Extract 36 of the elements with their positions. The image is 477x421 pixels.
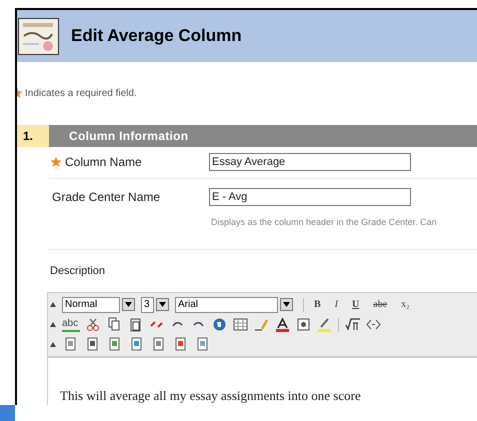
step-number: 1. — [17, 125, 49, 147]
spellcheck-button[interactable]: abc — [62, 317, 80, 332]
highlighter-icon[interactable] — [317, 317, 332, 332]
math-icon[interactable] — [345, 317, 360, 332]
pencil-icon[interactable] — [254, 317, 270, 332]
format-button[interactable]: I — [330, 297, 342, 312]
field-hint: Displays as the column header in the Grade Center. Can — [211, 217, 437, 227]
paste-icon[interactable] — [128, 317, 144, 332]
format-dropdown[interactable]: Normal — [62, 296, 120, 312]
font-color-icon[interactable] — [275, 317, 290, 332]
text-field[interactable]: Essay Average — [209, 153, 411, 171]
required-note: Indicates a required field. — [25, 86, 137, 100]
code-icon[interactable] — [366, 317, 382, 332]
format-button[interactable]: U — [348, 297, 364, 312]
collapse-arrow-icon[interactable] — [50, 322, 56, 327]
field-label: Column Name — [65, 154, 142, 171]
font-dropdown[interactable]: Arial — [175, 296, 278, 312]
format-button[interactable]: B — [310, 297, 325, 312]
size-dropdown[interactable]: 3 — [141, 296, 154, 312]
table-icon[interactable] — [233, 317, 248, 332]
field-label: Description — [49, 265, 106, 277]
text-field[interactable]: E - Avg — [209, 188, 411, 206]
field-label: Grade Center Name — [52, 189, 160, 206]
scissors-icon[interactable] — [86, 317, 102, 332]
taskbar-fragment — [0, 405, 15, 421]
copy-icon[interactable] — [107, 317, 122, 332]
description-text: This will average all my essay assignments into one score — [60, 388, 361, 403]
globe-icon[interactable] — [212, 317, 228, 332]
editor-area[interactable]: This will average all my essay assignments into one score — [48, 356, 477, 405]
collapse-arrow-icon[interactable] — [50, 342, 56, 347]
format-button[interactable]: x₂ — [397, 297, 414, 312]
page-title: Edit Average Column — [71, 25, 242, 48]
section-header: Column Information — [49, 125, 477, 147]
format-button[interactable]: abe — [369, 297, 392, 312]
collapse-arrow-icon[interactable] — [50, 302, 56, 307]
insert-object-icon[interactable] — [296, 317, 312, 332]
